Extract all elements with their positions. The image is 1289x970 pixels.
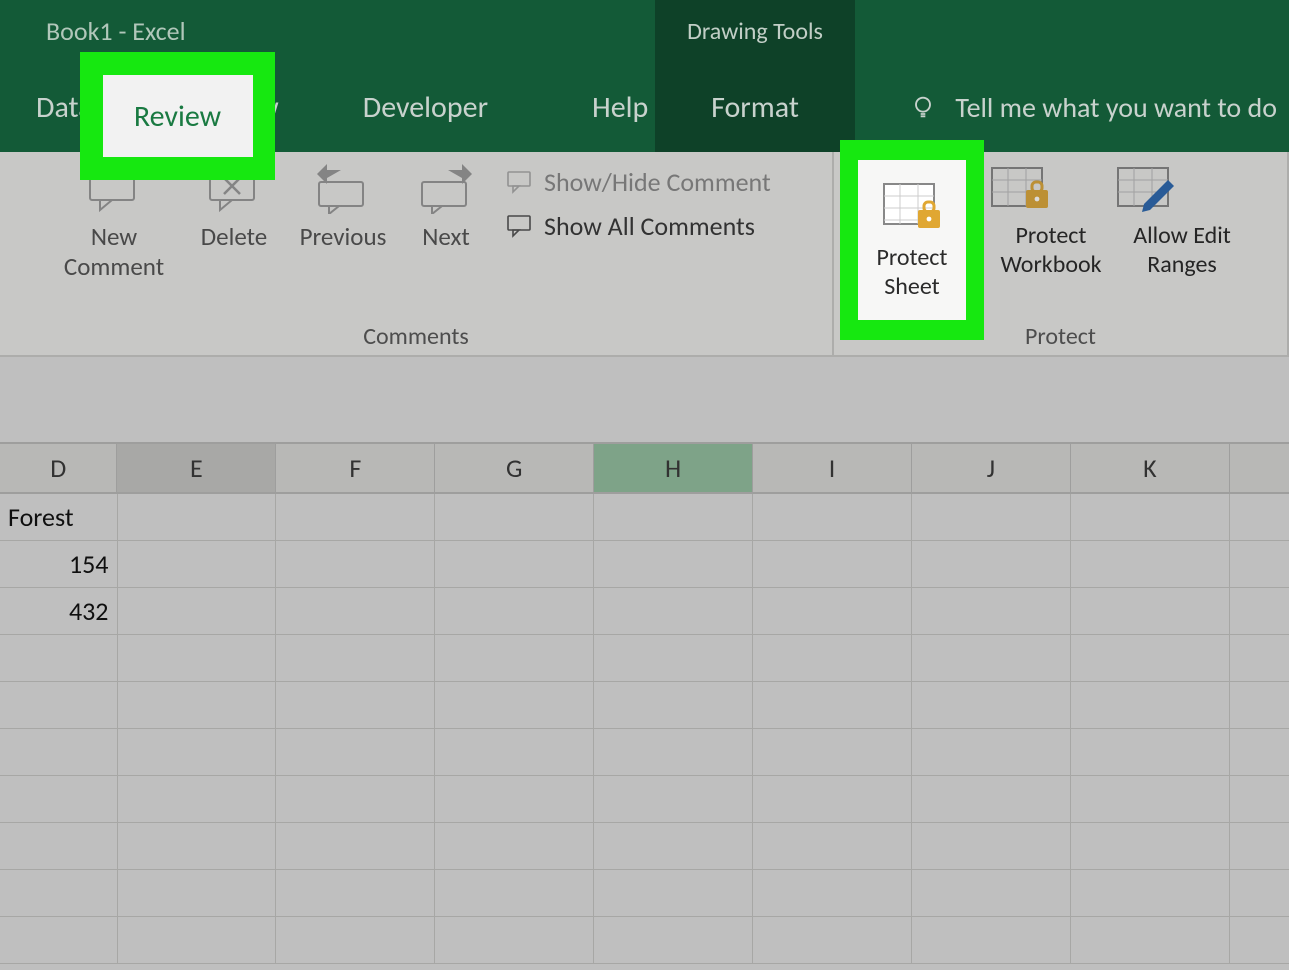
col-header-k[interactable]: K (1071, 444, 1230, 492)
row-10 (0, 917, 1289, 964)
col-header-j[interactable]: J (912, 444, 1071, 492)
highlight-protect-sheet: Protect Sheet (840, 140, 984, 340)
cell-h2[interactable] (594, 541, 753, 587)
col-header-d[interactable]: D (0, 444, 117, 492)
cell-d2[interactable]: 154 (0, 541, 118, 587)
previous-comment-button[interactable]: Previous (288, 164, 398, 252)
cell-i3[interactable] (753, 588, 912, 634)
cell-k3[interactable] (1071, 588, 1230, 634)
row-5 (0, 682, 1289, 729)
cell-l2[interactable] (1230, 541, 1289, 587)
cell-l1[interactable] (1230, 494, 1289, 540)
col-header-h[interactable]: H (594, 444, 753, 492)
tell-me-placeholder: Tell me what you want to do (955, 90, 1277, 125)
cell-i2[interactable] (753, 541, 912, 587)
cell-d4[interactable] (0, 635, 118, 681)
group-label-comments: Comments (0, 322, 832, 351)
row-4 (0, 635, 1289, 682)
show-hide-comment-button[interactable]: Show/Hide Comment (506, 166, 771, 198)
ribbon: New Comment Delete Previous Next Show/Hi… (0, 152, 1289, 357)
allow-edit-icon (1112, 162, 1180, 216)
col-header-next[interactable] (1230, 444, 1289, 492)
cell-f3[interactable] (276, 588, 435, 634)
protect-sheet-icon (878, 178, 946, 236)
row-6 (0, 729, 1289, 776)
cell-d3[interactable]: 432 (0, 588, 118, 634)
row-3: 432 (0, 588, 1289, 635)
comment-small-icon (506, 170, 534, 194)
protect-sheet-button[interactable]: Protect Sheet (858, 160, 966, 320)
context-tools-tab: Drawing Tools (655, 0, 855, 62)
tab-format[interactable]: Format (655, 62, 855, 152)
cell-j2[interactable] (912, 541, 1071, 587)
cell-j3[interactable] (912, 588, 1071, 634)
tab-review[interactable]: Review (103, 75, 253, 157)
protect-workbook-icon (986, 162, 1054, 216)
cell-l3[interactable] (1230, 588, 1289, 634)
cell-j1[interactable] (912, 494, 1071, 540)
protect-workbook-button[interactable]: Protect Workbook (986, 162, 1116, 280)
column-headers: D E F G H I J K (0, 442, 1289, 494)
cell-g2[interactable] (435, 541, 594, 587)
lightbulb-icon (909, 93, 937, 121)
row-7 (0, 776, 1289, 823)
col-header-f[interactable]: F (276, 444, 435, 492)
next-comment-button[interactable]: Next (410, 164, 482, 252)
allow-edit-ranges-button[interactable]: Allow Edit Ranges (1112, 162, 1252, 280)
next-icon (416, 164, 476, 214)
col-header-g[interactable]: G (435, 444, 594, 492)
row-9 (0, 870, 1289, 917)
col-header-e[interactable]: E (117, 444, 276, 492)
cell-k1[interactable] (1071, 494, 1230, 540)
cell-k2[interactable] (1071, 541, 1230, 587)
row-2: 154 (0, 541, 1289, 588)
cell-g3[interactable] (435, 588, 594, 634)
cell-h3[interactable] (594, 588, 753, 634)
previous-icon (313, 164, 373, 214)
cell-h1[interactable] (594, 494, 753, 540)
new-comment-button[interactable]: New Comment (44, 164, 184, 282)
spreadsheet-grid[interactable]: D E F G H I J K Forest 154 432 (0, 442, 1289, 970)
show-all-comments-button[interactable]: Show All Comments (506, 210, 755, 242)
tab-developer[interactable]: Developer (345, 62, 506, 152)
row-1: Forest (0, 494, 1289, 541)
cell-i1[interactable] (753, 494, 912, 540)
cell-d1[interactable]: Forest (0, 494, 118, 540)
cell-f1[interactable] (276, 494, 435, 540)
cell-e2[interactable] (118, 541, 277, 587)
highlight-review-tab: Review (80, 52, 275, 180)
window-title: Book1 - Excel (46, 15, 186, 47)
cell-e3[interactable] (118, 588, 277, 634)
col-header-i[interactable]: I (753, 444, 912, 492)
row-8 (0, 823, 1289, 870)
tell-me-search[interactable]: Tell me what you want to do (909, 62, 1277, 152)
cell-g1[interactable] (435, 494, 594, 540)
ribbon-group-comments: New Comment Delete Previous Next Show/Hi… (0, 152, 834, 355)
cell-f2[interactable] (276, 541, 435, 587)
formula-bar-area (0, 357, 1289, 442)
tab-help[interactable]: Help (574, 62, 666, 152)
comment-small-icon (506, 214, 534, 238)
cell-e1[interactable] (118, 494, 277, 540)
